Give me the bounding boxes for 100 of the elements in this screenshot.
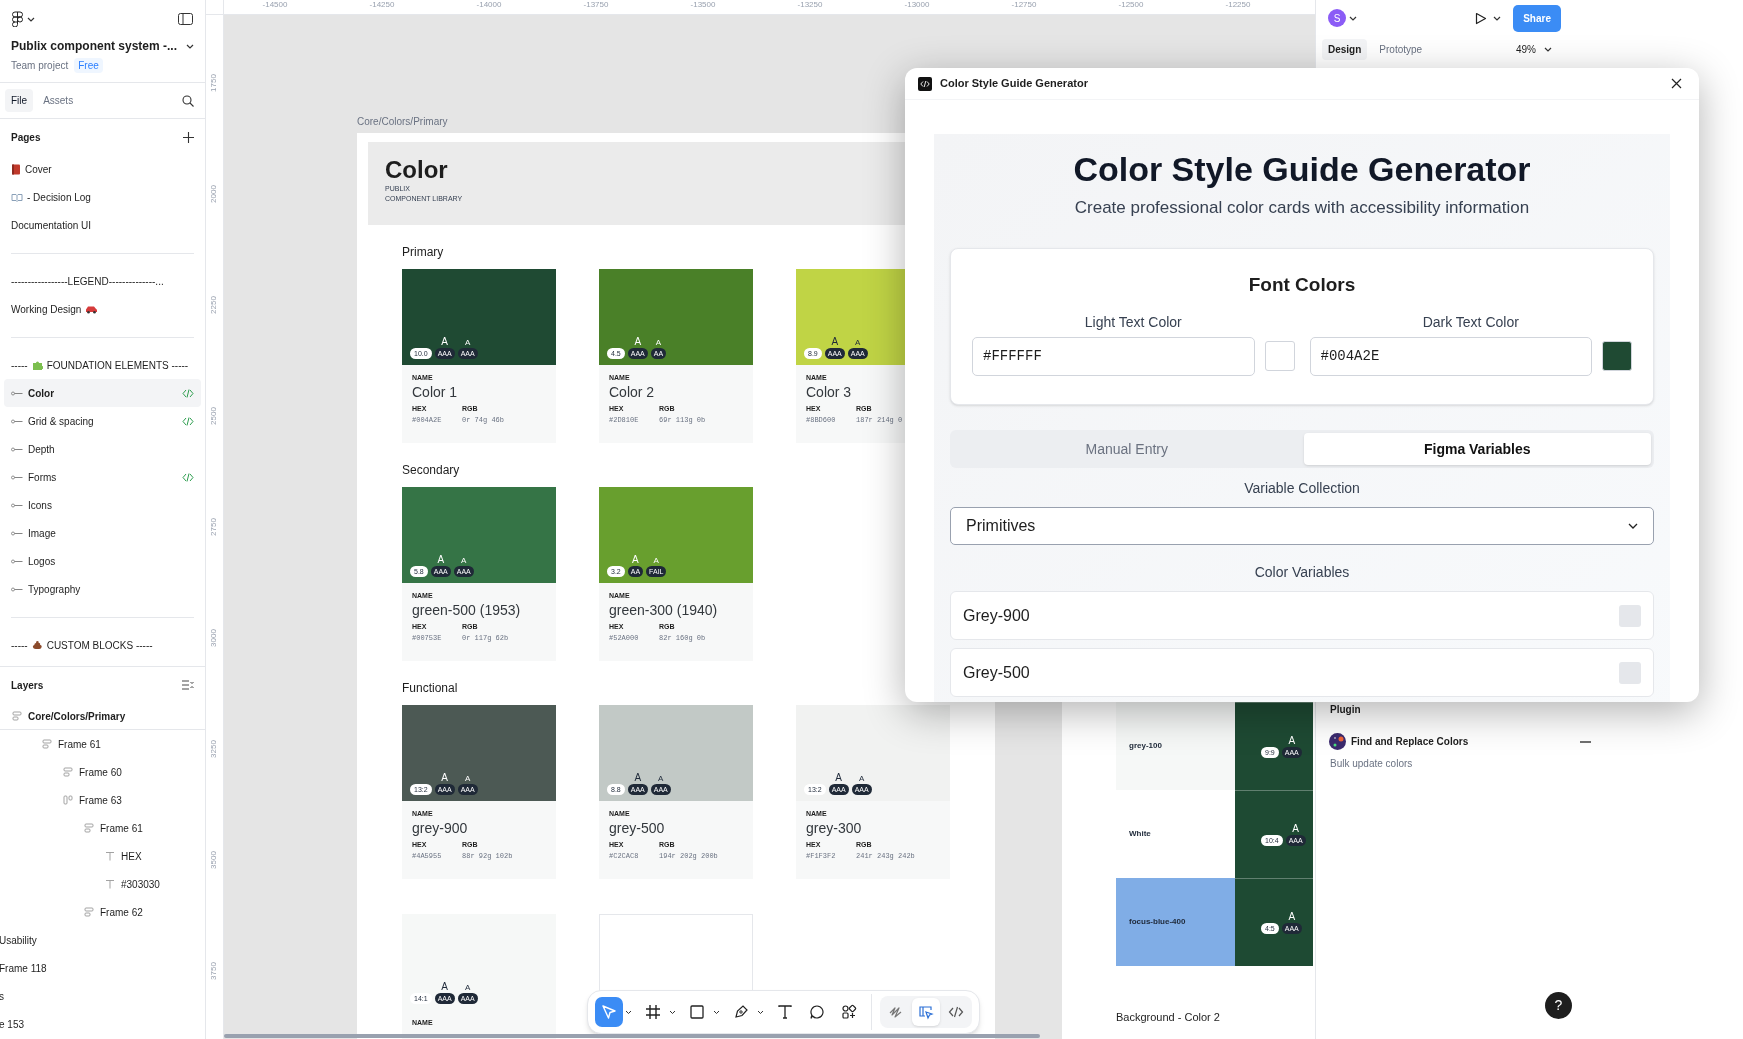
section-title: Layers xyxy=(11,678,44,693)
color-preview-swatch[interactable] xyxy=(1602,341,1632,371)
plan-badge: Free xyxy=(74,58,103,73)
layer-row[interactable]: HEX xyxy=(0,842,205,870)
connector-icon xyxy=(11,558,23,564)
page-item[interactable]: Grid & spacing xyxy=(4,407,201,435)
sample-letter: A xyxy=(464,775,471,783)
frame-layout-icon xyxy=(63,767,73,777)
plugin-description: Bulk update colors xyxy=(1330,757,1414,771)
page-item[interactable]: Color xyxy=(4,379,201,407)
layer-row[interactable]: Frame 118 xyxy=(0,960,47,976)
mode-button[interactable] xyxy=(912,998,940,1026)
frame-layout-icon xyxy=(63,795,73,805)
chevron-down-icon xyxy=(27,16,35,22)
panel-tab[interactable]: File xyxy=(5,89,34,112)
color-name: Color 2 xyxy=(609,385,656,399)
plugin-name[interactable]: Find and Replace Colors xyxy=(1351,734,1575,749)
color-hex-field[interactable]: #004A2E xyxy=(1309,336,1592,376)
open-book-icon xyxy=(11,192,23,202)
ruler-label: -13500 xyxy=(690,1,716,9)
file-name: Publix component system -... xyxy=(11,38,178,55)
dialog-title: Color Style Guide Generator xyxy=(940,76,1089,92)
card-title: Font Colors xyxy=(1247,273,1357,297)
connector-icon xyxy=(11,586,23,592)
page-item[interactable]: - Decision Log xyxy=(4,183,201,211)
help-button[interactable]: ? xyxy=(1545,992,1572,1019)
dev-code-icon xyxy=(182,416,194,426)
page-item[interactable]: Icons xyxy=(4,491,201,519)
ruler-label: 2250 xyxy=(210,296,218,314)
sample-letter: A xyxy=(632,555,639,565)
connector-icon xyxy=(11,418,23,424)
minus-icon[interactable] xyxy=(1580,740,1591,743)
layer-row[interactable]: Frame 63 xyxy=(0,786,205,814)
tool-menu-chevron-icon[interactable] xyxy=(669,1009,676,1015)
page-item[interactable]: Cover xyxy=(4,155,201,183)
connector-icon xyxy=(11,446,23,452)
connector-icon xyxy=(11,390,23,396)
page-item[interactable]: Image xyxy=(4,519,201,547)
panel-tab[interactable]: Assets xyxy=(37,89,80,112)
page-item[interactable]: ----- FOUNDATION ELEMENTS ----- xyxy=(4,351,201,379)
page-item[interactable]: Depth xyxy=(4,435,201,463)
color-name: grey-900 xyxy=(412,821,469,835)
app-subtitle: Create professional color cards with accessibility information xyxy=(1074,196,1530,219)
layer-row[interactable]: Frame 61 xyxy=(0,730,205,758)
sample-letter: A xyxy=(441,773,448,783)
figma-logo-icon[interactable] xyxy=(12,11,23,27)
page-item[interactable]: Typography xyxy=(4,575,201,603)
field-label: Color Variables xyxy=(1254,563,1350,582)
ruler-label: 3500 xyxy=(210,851,218,869)
collection-select[interactable]: Primitives xyxy=(950,507,1654,545)
page-item[interactable]: Working Design xyxy=(4,295,201,323)
search-icon[interactable] xyxy=(182,94,194,107)
sample-letter: A xyxy=(437,555,445,565)
color-preview-swatch[interactable] xyxy=(1264,341,1295,371)
layer-row[interactable]: Frame 60 xyxy=(0,758,205,786)
panel-tab[interactable]: Design xyxy=(1322,38,1368,60)
sample-letter: A xyxy=(464,339,471,347)
plus-icon[interactable] xyxy=(183,131,194,143)
tool-menu-chevron-icon[interactable] xyxy=(625,1009,632,1015)
layer-row[interactable]: e 153 xyxy=(0,1016,25,1032)
close-icon[interactable] xyxy=(1671,78,1682,89)
user-avatar[interactable]: S xyxy=(1328,9,1346,27)
panel-tab[interactable]: Prototype xyxy=(1373,38,1429,60)
color-name: green-500 (1953) xyxy=(412,603,522,617)
actions-icon xyxy=(841,1004,857,1020)
tool-menu-chevron-icon[interactable] xyxy=(757,1009,764,1015)
ruler-label: -13750 xyxy=(583,1,609,9)
page-item[interactable]: Forms xyxy=(4,463,201,491)
dialog-tab[interactable]: Manual Entry xyxy=(953,433,1301,465)
variable-item[interactable]: Grey-500 xyxy=(950,648,1654,697)
page-item[interactable]: -----------------LEGEND--------------... xyxy=(4,267,201,295)
section-heading: Primary xyxy=(402,244,445,261)
layer-row[interactable]: Frame 61 xyxy=(0,814,205,842)
layer-row[interactable]: #303030 xyxy=(0,870,205,898)
ruler-label: 3750 xyxy=(210,962,218,980)
scrollbar[interactable] xyxy=(224,1034,1040,1038)
dev-code-icon xyxy=(182,472,194,482)
field-label: Dark Text Color xyxy=(1421,312,1520,332)
code-icon xyxy=(948,1004,964,1020)
sample-letter: A xyxy=(858,775,865,783)
field-label: Light Text Color xyxy=(1083,312,1183,332)
page-item[interactable]: Documentation UI xyxy=(4,211,201,239)
page-item[interactable]: ----- CUSTOM BLOCKS ----- xyxy=(4,631,201,659)
plugin-code-icon xyxy=(918,76,932,91)
plugin-icon[interactable] xyxy=(1329,733,1346,750)
tool-menu-chevron-icon[interactable] xyxy=(713,1009,720,1015)
dialog-tab[interactable]: Figma Variables xyxy=(1303,433,1651,465)
layer-row[interactable]: s xyxy=(0,988,4,1004)
ruler-label: -12250 xyxy=(1225,1,1251,9)
ruler-label: 2500 xyxy=(210,407,218,425)
color-hex-field[interactable]: #FFFFFF xyxy=(972,336,1255,376)
zoom-level[interactable]: 49% xyxy=(1516,41,1536,57)
layer-row[interactable]: Frame 62 xyxy=(0,898,205,926)
panel-toggle-icon[interactable] xyxy=(178,13,193,25)
variable-item[interactable]: Grey-900 xyxy=(950,591,1654,640)
frame-caption: Background - Color 2 xyxy=(1116,1010,1220,1025)
layer-row[interactable]: Usability xyxy=(0,932,37,948)
chevron-down-icon xyxy=(1544,46,1552,52)
page-item[interactable]: Logos xyxy=(4,547,201,575)
play-icon[interactable] xyxy=(1475,11,1488,25)
